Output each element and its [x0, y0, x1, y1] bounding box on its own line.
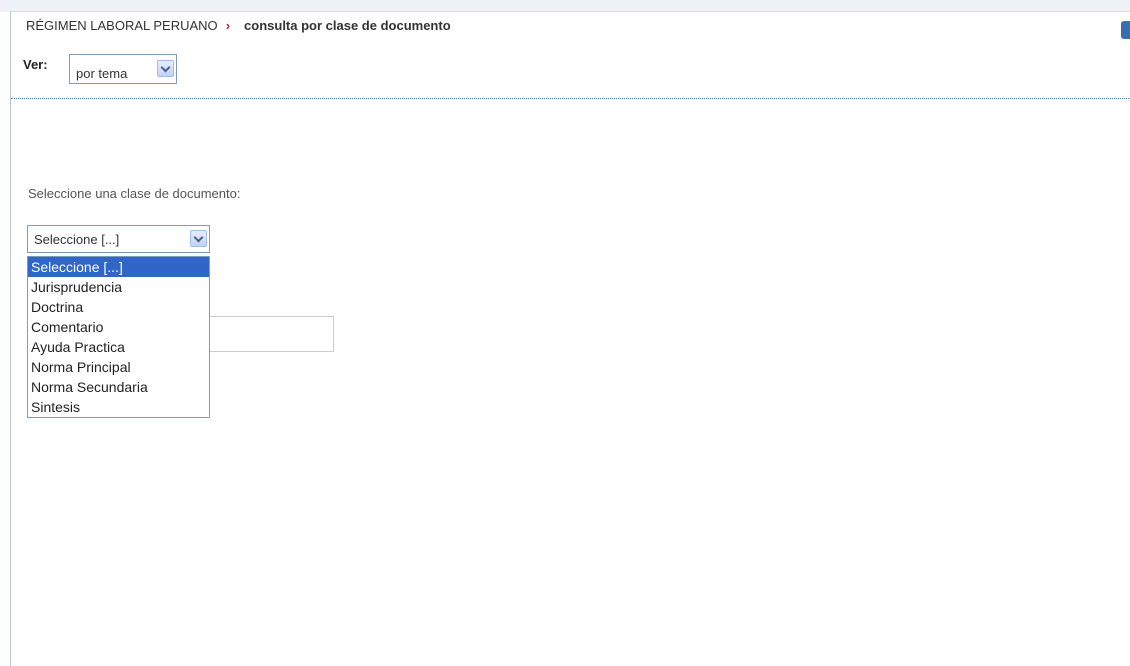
search-input[interactable]	[206, 316, 334, 352]
view-label: Ver:	[23, 57, 48, 72]
view-select-value: por tema	[76, 66, 128, 81]
chevron-right-icon: ›	[225, 18, 231, 33]
document-class-select-value: Seleccione [...]	[34, 232, 120, 247]
dropdown-option[interactable]: Ayuda Practica	[28, 337, 209, 357]
document-class-dropdown: Seleccione [...] Jurisprudencia Doctrina…	[27, 256, 210, 418]
header-divider	[11, 98, 1130, 99]
dropdown-option[interactable]: Jurisprudencia	[28, 277, 209, 297]
breadcrumb-root[interactable]: RÉGIMEN LABORAL PERUANO	[26, 18, 218, 33]
document-class-select[interactable]: Seleccione [...]	[27, 225, 210, 253]
dropdown-option[interactable]: Seleccione [...]	[28, 257, 209, 277]
breadcrumb-current: consulta por clase de documento	[244, 18, 451, 33]
close-icon[interactable]	[1121, 21, 1130, 39]
chevron-down-icon[interactable]	[157, 60, 174, 77]
document-class-prompt: Seleccione una clase de documento:	[28, 186, 241, 201]
dropdown-option[interactable]: Norma Secundaria	[28, 377, 209, 397]
dropdown-option[interactable]: Sintesis	[28, 397, 209, 417]
dropdown-option[interactable]: Comentario	[28, 317, 209, 337]
content-panel: RÉGIMEN LABORAL PERUANO › consulta por cla…	[10, 11, 1130, 666]
dropdown-option[interactable]: Norma Principal	[28, 357, 209, 377]
dropdown-option[interactable]: Doctrina	[28, 297, 209, 317]
chevron-down-icon[interactable]	[190, 230, 207, 247]
view-select[interactable]: por tema	[69, 54, 177, 84]
breadcrumb: RÉGIMEN LABORAL PERUANO › consulta por cla…	[26, 18, 451, 33]
